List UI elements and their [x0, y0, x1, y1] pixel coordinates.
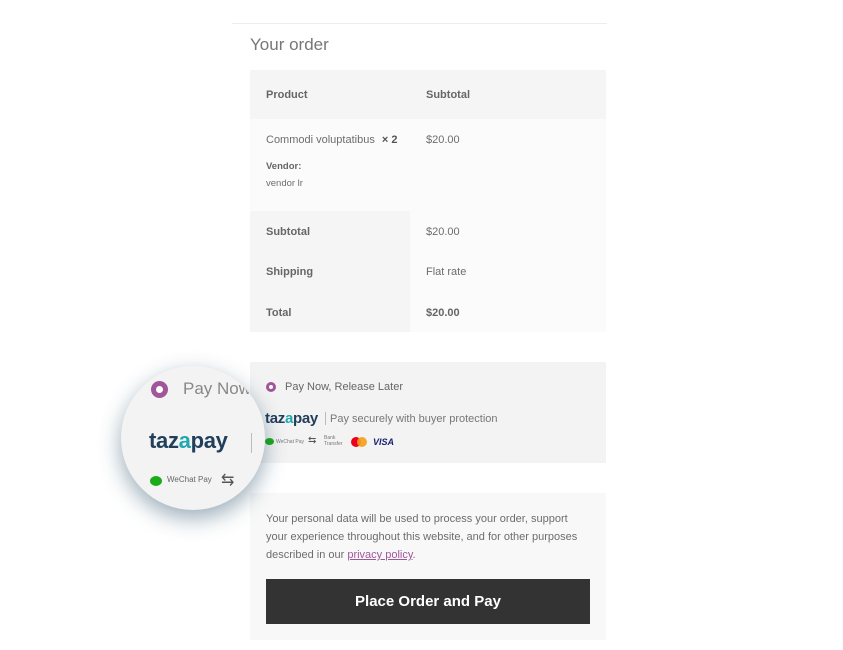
magnified-radio-icon [151, 381, 168, 398]
totals-labels: Subtotal Shipping Total [250, 211, 410, 332]
order-totals: Subtotal Shipping Total $20.00 Flat rate… [250, 211, 606, 332]
product-name: Commodi voluptatibus × 2 [266, 134, 398, 146]
logo-part: taz [265, 410, 285, 427]
privacy-text-body: Your personal data will be used to proce… [266, 513, 578, 561]
shipping-label: Shipping [266, 266, 314, 278]
payment-description: Pay securely with buyer protection [330, 413, 498, 425]
magnified-separator [251, 433, 252, 453]
divider [232, 23, 607, 24]
product-price: $20.00 [426, 134, 460, 146]
logo-part: pay [292, 410, 318, 427]
total-value: $20.00 [426, 307, 460, 319]
header-subtotal: Subtotal [426, 89, 470, 101]
vendor-label: Vendor: [266, 161, 302, 172]
bank-transfer-icon: ⇆ [308, 435, 317, 446]
privacy-policy-link[interactable]: privacy policy [347, 549, 412, 561]
magnified-bank-transfer-icon: ⇆ [221, 472, 235, 489]
magnifier-callout: Pay Now tazapay WeChat Pay ⇆ [121, 366, 265, 510]
vendor-name: vendor lr [266, 178, 303, 189]
bank-label-bottom: Transfer [324, 441, 343, 447]
privacy-text: Your personal data will be used to proce… [266, 510, 590, 564]
visa-icon: VISA [373, 437, 395, 447]
totals-values: $20.00 Flat rate $20.00 [410, 211, 606, 332]
order-table-header: Product Subtotal [250, 70, 606, 119]
subtotal-label: Subtotal [266, 226, 310, 238]
product-quantity: × 2 [381, 134, 398, 146]
total-label: Total [266, 307, 292, 319]
subtotal-value: $20.00 [426, 226, 460, 238]
place-order-button[interactable]: Place Order and Pay [266, 579, 590, 624]
mastercard-icon [351, 437, 367, 447]
magnified-wechat-label: WeChat Pay [167, 475, 212, 484]
payment-method-box: Pay Now, Release Later tazapay Pay secur… [250, 362, 606, 463]
logo-part: a [284, 410, 293, 427]
wechat-icon [265, 438, 274, 445]
privacy-text-end: . [412, 549, 416, 561]
product-name-text: Commodi voluptatibus [266, 134, 375, 146]
magnified-tazapay-logo: tazapay [149, 428, 228, 454]
header-product: Product [266, 89, 308, 101]
wechat-label: WeChat Pay [276, 439, 304, 445]
payment-method-label[interactable]: Pay Now, Release Later [285, 381, 403, 393]
logo-part: pay [190, 428, 228, 453]
payment-radio[interactable] [266, 382, 276, 392]
magnified-payment-label: Pay Now [183, 379, 252, 398]
table-row: Commodi voluptatibus × 2 $20.00 Vendor: … [250, 119, 606, 211]
tazapay-logo: tazapay [265, 410, 318, 427]
logo-part: taz [149, 428, 179, 453]
logo-separator [325, 412, 326, 425]
privacy-section: Your personal data will be used to proce… [250, 493, 606, 640]
magnified-wechat-icon [150, 476, 162, 486]
order-title: Your order [250, 35, 329, 54]
shipping-value: Flat rate [426, 266, 467, 278]
logo-part: a [178, 428, 191, 453]
